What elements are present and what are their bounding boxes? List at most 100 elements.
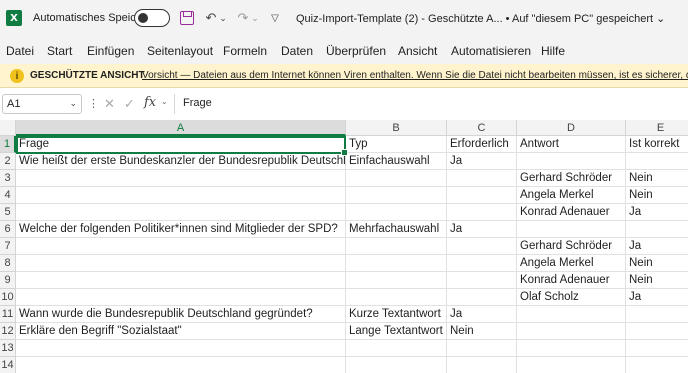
cell-e13[interactable]	[626, 340, 688, 357]
undo-dropdown-icon[interactable]: ⌄	[218, 9, 228, 27]
cell-c9[interactable]	[447, 272, 517, 289]
cell-b8[interactable]	[346, 255, 447, 272]
name-box[interactable]: A1 ⌄	[2, 94, 82, 114]
row-header-9[interactable]: 9	[0, 272, 16, 289]
cell-e9[interactable]: Nein	[626, 272, 688, 289]
cell-c2[interactable]: Ja	[447, 153, 517, 170]
cell-e4[interactable]: Nein	[626, 187, 688, 204]
column-header-e[interactable]: E	[626, 120, 688, 136]
cell-c14[interactable]	[447, 357, 517, 373]
tab-seitenlayout[interactable]: Seitenlayout	[147, 44, 213, 58]
tab-datei[interactable]: Datei	[6, 44, 34, 58]
row-header-7[interactable]: 7	[0, 238, 16, 255]
cell-b11[interactable]: Kurze Textantwort	[346, 306, 447, 323]
row-header-10[interactable]: 10	[0, 289, 16, 306]
cell-c12[interactable]: Nein	[447, 323, 517, 340]
tab-ueberpruefen[interactable]: Überprüfen	[326, 44, 386, 58]
cell-a2[interactable]: Wie heißt der erste Bundeskanzler der Bu…	[16, 153, 346, 170]
row-header-11[interactable]: 11	[0, 306, 16, 323]
cell-d9[interactable]: Konrad Adenauer	[517, 272, 626, 289]
cell-d10[interactable]: Olaf Scholz	[517, 289, 626, 306]
document-title[interactable]: Quiz-Import-Template (2) - Geschützte A.…	[296, 12, 665, 25]
protected-view-message-link[interactable]: Vorsicht — Dateien aus dem Internet könn…	[142, 70, 688, 81]
cell-a9[interactable]	[16, 272, 346, 289]
row-header-13[interactable]: 13	[0, 340, 16, 357]
cell-b1[interactable]: Typ	[346, 136, 447, 153]
cell-b10[interactable]	[346, 289, 447, 306]
row-header-4[interactable]: 4	[0, 187, 16, 204]
row-header-14[interactable]: 14	[0, 357, 16, 373]
cell-d6[interactable]	[517, 221, 626, 238]
check-icon[interactable]: ✓	[124, 96, 135, 112]
cell-d12[interactable]	[517, 323, 626, 340]
cell-b9[interactable]	[346, 272, 447, 289]
select-all-corner[interactable]	[0, 120, 16, 136]
cell-b13[interactable]	[346, 340, 447, 357]
cell-b12[interactable]: Lange Textantwort	[346, 323, 447, 340]
cell-e11[interactable]	[626, 306, 688, 323]
cancel-icon[interactable]: ✕	[104, 96, 115, 112]
column-header-c[interactable]: C	[447, 120, 517, 136]
cell-e1[interactable]: Ist korrekt	[626, 136, 688, 153]
cell-b7[interactable]	[346, 238, 447, 255]
formula-input[interactable]: Frage	[174, 94, 688, 114]
cell-c10[interactable]	[447, 289, 517, 306]
cell-e5[interactable]: Ja	[626, 204, 688, 221]
cell-e8[interactable]: Nein	[626, 255, 688, 272]
cell-a6[interactable]: Welche der folgenden Politiker*innen sin…	[16, 221, 346, 238]
more-options-icon[interactable]: ⋮	[88, 97, 99, 110]
save-icon[interactable]	[178, 9, 196, 27]
cell-a13[interactable]	[16, 340, 346, 357]
column-header-a[interactable]: A	[16, 120, 346, 136]
cell-e3[interactable]: Nein	[626, 170, 688, 187]
cell-e6[interactable]	[626, 221, 688, 238]
column-header-b[interactable]: B	[346, 120, 447, 136]
cell-a10[interactable]	[16, 289, 346, 306]
tab-start[interactable]: Start	[47, 44, 72, 58]
function-dropdown-icon[interactable]: ⌄	[161, 97, 168, 106]
tab-hilfe[interactable]: Hilfe	[541, 44, 565, 58]
cell-c11[interactable]: Ja	[447, 306, 517, 323]
cell-d13[interactable]	[517, 340, 626, 357]
cell-c8[interactable]	[447, 255, 517, 272]
cell-d3[interactable]: Gerhard Schröder	[517, 170, 626, 187]
tab-automatisieren[interactable]: Automatisieren	[451, 44, 531, 58]
autosave-toggle[interactable]	[134, 9, 170, 27]
cell-d5[interactable]: Konrad Adenauer	[517, 204, 626, 221]
cell-a8[interactable]	[16, 255, 346, 272]
cell-a3[interactable]	[16, 170, 346, 187]
row-header-1[interactable]: 1	[0, 136, 16, 153]
cell-a14[interactable]	[16, 357, 346, 373]
cell-d8[interactable]: Angela Merkel	[517, 255, 626, 272]
cell-c7[interactable]	[447, 238, 517, 255]
insert-function-icon[interactable]: fx	[144, 95, 156, 110]
cell-d11[interactable]	[517, 306, 626, 323]
tab-einfuegen[interactable]: Einfügen	[87, 44, 134, 58]
tab-formeln[interactable]: Formeln	[223, 44, 267, 58]
cell-d1[interactable]: Antwort	[517, 136, 626, 153]
row-header-5[interactable]: 5	[0, 204, 16, 221]
cell-b3[interactable]	[346, 170, 447, 187]
cell-c5[interactable]	[447, 204, 517, 221]
tab-daten[interactable]: Daten	[281, 44, 313, 58]
row-header-3[interactable]: 3	[0, 170, 16, 187]
row-header-6[interactable]: 6	[0, 221, 16, 238]
cell-d2[interactable]	[517, 153, 626, 170]
cell-a11[interactable]: Wann wurde die Bundesrepublik Deutschlan…	[16, 306, 346, 323]
chevron-down-icon[interactable]: ⌄	[69, 98, 77, 109]
cell-e7[interactable]: Ja	[626, 238, 688, 255]
cell-e2[interactable]	[626, 153, 688, 170]
redo-dropdown-icon[interactable]: ⌄	[250, 9, 260, 27]
cell-a1[interactable]: Frage	[16, 136, 346, 153]
cell-c4[interactable]	[447, 187, 517, 204]
cell-d14[interactable]	[517, 357, 626, 373]
cell-c1[interactable]: Erforderlich	[447, 136, 517, 153]
cell-c6[interactable]: Ja	[447, 221, 517, 238]
cell-b4[interactable]	[346, 187, 447, 204]
customize-quick-access-icon[interactable]: ▽	[266, 9, 284, 27]
row-header-2[interactable]: 2	[0, 153, 16, 170]
cell-b2[interactable]: Einfachauswahl	[346, 153, 447, 170]
cell-d4[interactable]: Angela Merkel	[517, 187, 626, 204]
cell-a5[interactable]	[16, 204, 346, 221]
cell-e12[interactable]	[626, 323, 688, 340]
